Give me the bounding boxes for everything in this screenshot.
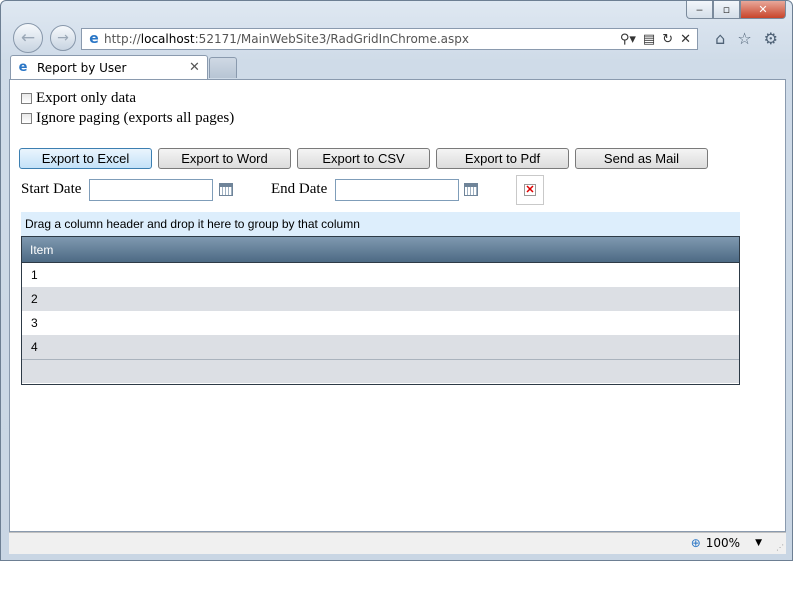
start-date-input[interactable] [89,179,213,201]
search-icon[interactable]: ⚲▾ [620,32,636,47]
page-content: Export only data Ignore paging (exports … [9,79,786,532]
url-prefix: http:// [104,32,141,46]
export-only-data-option[interactable]: Export only data [21,90,136,107]
data-grid: Item 1 2 3 4 [21,236,740,385]
table-row[interactable]: 3 [22,311,739,335]
refresh-icon[interactable]: ↻ [662,32,673,47]
status-bar: ⊕ 100% ▼ ⋰ [9,532,786,554]
start-calendar-icon[interactable] [219,183,233,196]
close-tab-icon[interactable]: ✕ [189,60,207,75]
settings-icon[interactable]: ⚙ [764,29,778,48]
ignore-paging-label: Ignore paging (exports all pages) [36,110,235,126]
ie-page-icon: e [89,31,99,47]
chevron-down-icon[interactable]: ▼ [755,538,762,548]
url-text[interactable]: http://localhost:52171/MainWebSite3/RadG… [104,32,620,46]
broken-image-icon: ✕ [516,175,544,205]
resize-grip-icon[interactable]: ⋰ [776,543,784,552]
ie-tab-icon: e [18,60,28,75]
back-icon: ← [20,28,36,48]
table-row[interactable]: 2 [22,287,739,311]
back-button[interactable]: ← [13,23,43,53]
end-date-input[interactable] [335,179,459,201]
export-csv-button[interactable]: Export to CSV [297,148,430,169]
tab-report-by-user[interactable]: e Report by User ✕ [10,55,208,79]
group-by-panel[interactable]: Drag a column header and drop it here to… [21,212,740,236]
address-tools: ⚲▾ ▤ ↻ ✕ [620,32,697,47]
end-calendar-icon[interactable] [464,183,478,196]
table-row[interactable]: 1 [22,263,739,287]
new-tab-button[interactable] [209,57,237,78]
address-bar[interactable]: e http://localhost:52171/MainWebSite3/Ra… [81,28,698,50]
tab-title: Report by User [37,60,127,75]
compat-icon[interactable]: ▤ [643,32,655,47]
export-excel-button[interactable]: Export to Excel [19,148,152,169]
zoom-control[interactable]: ⊕ 100% ▼ [691,536,762,550]
close-window-button[interactable]: ✕ [740,1,786,19]
export-only-data-checkbox[interactable] [21,93,32,104]
url-host: localhost [140,32,195,46]
zoom-icon: ⊕ [690,536,701,550]
home-icon[interactable]: ⌂ [715,29,725,48]
favorites-icon[interactable]: ☆ [737,29,751,48]
export-buttons: Export to Excel Export to Word Export to… [19,148,708,169]
minimize-button[interactable]: ‒ [686,1,713,19]
send-mail-button[interactable]: Send as Mail [575,148,708,169]
toolbar-icons: ⌂ ☆ ⚙ [715,29,778,48]
export-pdf-button[interactable]: Export to Pdf [436,148,569,169]
start-date-label: Start Date [21,181,82,197]
window-controls: ‒ ▫ ✕ [686,1,786,19]
forward-icon: → [57,30,69,46]
maximize-button[interactable]: ▫ [713,1,740,19]
browser-window: ‒ ▫ ✕ ← → e http://localhost:52171/MainW… [0,0,793,561]
export-word-button[interactable]: Export to Word [158,148,291,169]
column-header-item[interactable]: Item [22,237,739,263]
ignore-paging-checkbox[interactable] [21,113,32,124]
end-date-label: End Date [271,181,328,197]
ignore-paging-option[interactable]: Ignore paging (exports all pages) [21,110,234,127]
stop-icon[interactable]: ✕ [680,32,691,47]
table-row[interactable]: 4 [22,335,739,359]
forward-button[interactable]: → [50,25,76,51]
grid-footer [22,359,739,383]
zoom-level: 100% [705,536,741,550]
export-only-data-label: Export only data [36,90,136,106]
url-path: :52171/MainWebSite3/RadGridInChrome.aspx [194,32,470,46]
